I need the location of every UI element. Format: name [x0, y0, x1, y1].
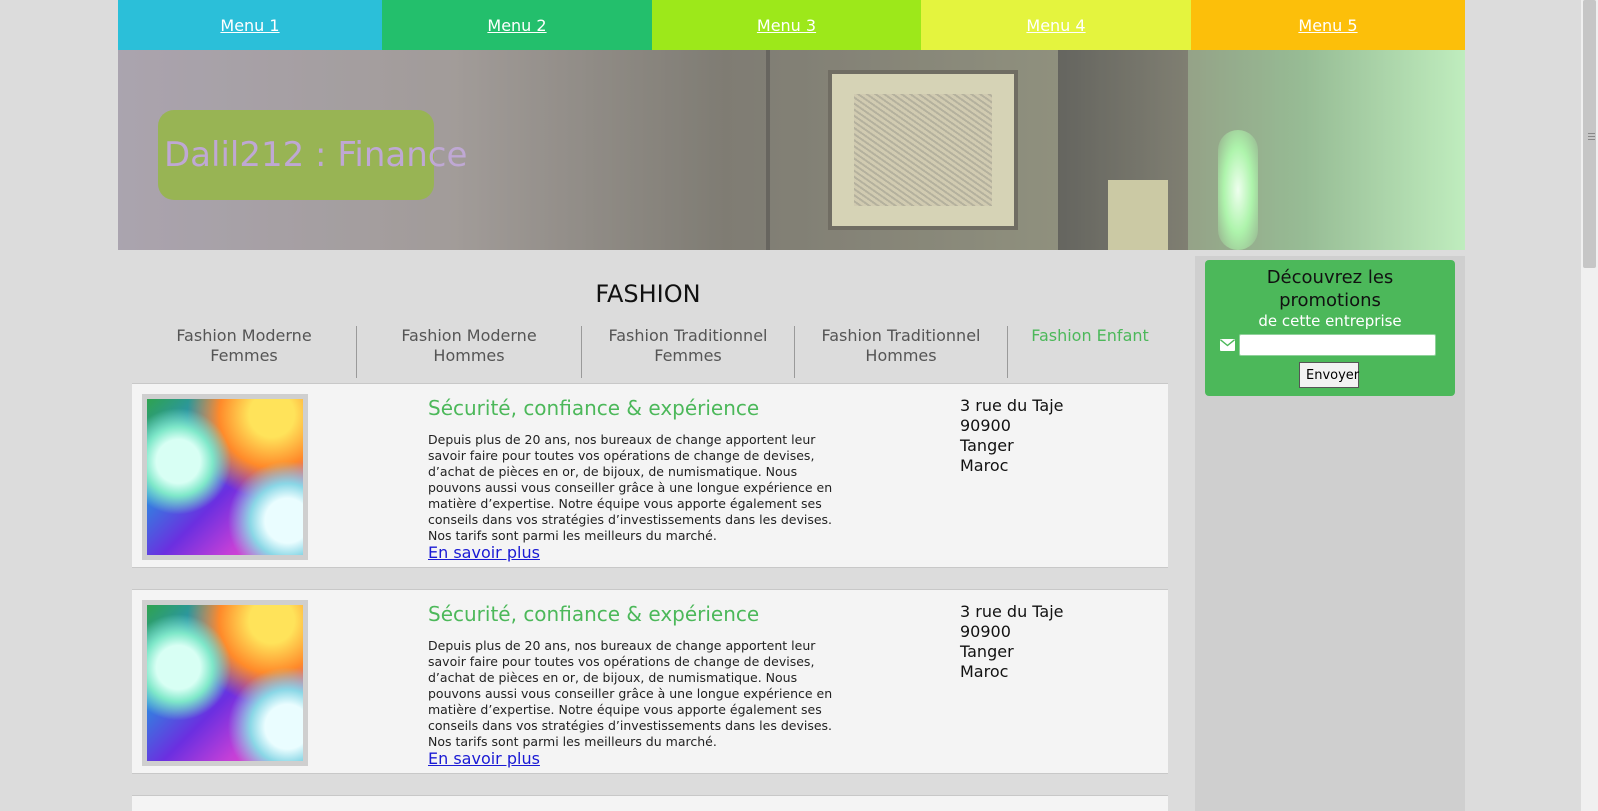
promo-title-line-2: promotions	[1279, 290, 1381, 311]
site-logo[interactable]: Dalil212 : Finance	[158, 110, 467, 200]
page: Menu 1 Menu 2 Menu 3 Menu 4 Menu 5 Dalil…	[118, 0, 1465, 811]
promo-signup-box: Découvrez les promotions de cette entrep…	[1205, 260, 1455, 396]
tab-fashion-traditionnel-hommes[interactable]: Fashion Traditionnel Hommes	[794, 326, 1007, 378]
listing-address: 3 rue du Taje 90900 Tanger Maroc	[960, 602, 1064, 682]
address-street: 3 rue du Taje	[960, 602, 1064, 621]
listing-description: Depuis plus de 20 ans, nos bureaux de ch…	[428, 638, 833, 749]
tab-fashion-traditionnel-femmes[interactable]: Fashion Traditionnel Femmes	[581, 326, 794, 378]
listing-title: Sécurité, confiance & expérience	[428, 602, 760, 626]
tab-fashion-enfant[interactable]: Fashion Enfant	[1007, 326, 1172, 378]
envelope-icon	[1220, 339, 1235, 351]
tab-fashion-moderne-hommes[interactable]: Fashion Moderne Hommes	[356, 326, 581, 378]
tab-fashion-moderne-femmes[interactable]: Fashion Moderne Femmes	[132, 326, 356, 378]
listing-image	[147, 399, 303, 555]
submit-button[interactable]: Envoyer	[1299, 362, 1359, 388]
listing-address: 3 rue du Taje 90900 Tanger Maroc	[960, 396, 1064, 476]
promo-subtitle: de cette entreprise	[1258, 312, 1402, 330]
scrollbar-thumb[interactable]	[1583, 0, 1596, 268]
address-city: Tanger	[960, 642, 1014, 661]
promo-title-line-1: Découvrez les	[1266, 267, 1394, 288]
header-banner: Dalil212 : Finance	[118, 50, 1465, 250]
menu-item-5[interactable]: Menu 5	[1191, 0, 1465, 50]
email-input[interactable]	[1239, 334, 1436, 356]
main-content: FASHION Fashion Moderne Femmes Fashion M…	[118, 256, 1188, 811]
listing-image	[147, 605, 303, 761]
menu-item-3[interactable]: Menu 3	[652, 0, 921, 50]
listing-card: Sécurité, confiance & expérience Depuis …	[132, 589, 1168, 774]
address-country: Maroc	[960, 662, 1009, 681]
listing-card: Sécurité, confiance & expérience Depuis …	[132, 383, 1168, 568]
read-more-link[interactable]: En savoir plus	[428, 749, 540, 768]
sidebar: Découvrez les promotions de cette entrep…	[1195, 256, 1465, 811]
promo-title: Découvrez les promotions	[1205, 266, 1455, 312]
listing-thumbnail[interactable]	[142, 600, 308, 766]
menu-item-2[interactable]: Menu 2	[382, 0, 652, 50]
listing-thumbnail[interactable]	[142, 394, 308, 560]
top-menu: Menu 1 Menu 2 Menu 3 Menu 4 Menu 5	[118, 0, 1465, 50]
page-scrollbar[interactable]	[1581, 0, 1598, 811]
listing-description: Depuis plus de 20 ans, nos bureaux de ch…	[428, 432, 833, 543]
listing-title: Sécurité, confiance & expérience	[428, 396, 760, 420]
section-title: FASHION	[595, 280, 701, 308]
address-country: Maroc	[960, 456, 1009, 475]
listing-card	[132, 795, 1168, 811]
scrollbar-grip	[1588, 133, 1595, 134]
address-postcode: 90900	[960, 622, 1011, 641]
address-postcode: 90900	[960, 416, 1011, 435]
read-more-link[interactable]: En savoir plus	[428, 543, 540, 562]
category-tabs: Fashion Moderne Femmes Fashion Moderne H…	[132, 326, 1172, 378]
address-city: Tanger	[960, 436, 1014, 455]
address-street: 3 rue du Taje	[960, 396, 1064, 415]
menu-item-1[interactable]: Menu 1	[118, 0, 382, 50]
menu-item-4[interactable]: Menu 4	[921, 0, 1191, 50]
